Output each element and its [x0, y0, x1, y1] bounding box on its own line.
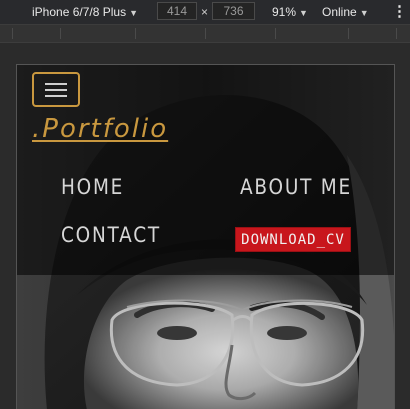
height-input[interactable] — [212, 2, 255, 20]
ruler-tick — [12, 28, 13, 39]
zoom-select-label: 91% — [272, 5, 297, 19]
chevron-down-icon: ▼ — [129, 8, 138, 18]
chevron-down-icon: ▼ — [359, 8, 369, 18]
more-options-icon[interactable]: ⋮ — [392, 0, 407, 24]
device-toolbar: iPhone 6/7/8 Plus▼ × 91%▼ Online▼ ⋮ — [0, 0, 410, 25]
media-query-ruler — [0, 25, 410, 43]
hamburger-line — [45, 95, 67, 97]
nav-link-contact[interactable]: CONTACT — [61, 223, 161, 247]
ruler-tick — [275, 28, 276, 39]
width-input[interactable] — [157, 2, 197, 20]
ruler-tick — [348, 28, 349, 39]
device-select-label: iPhone 6/7/8 Plus — [32, 5, 127, 19]
hamburger-line — [45, 89, 67, 91]
hamburger-line — [45, 83, 67, 85]
ruler-tick — [396, 28, 397, 39]
dimension-separator: × — [201, 5, 209, 19]
site-logo[interactable]: .Portfolio — [32, 111, 168, 147]
nav-link-about[interactable]: ABOUT ME — [240, 175, 352, 199]
ruler-tick — [135, 28, 136, 39]
device-viewport: .Portfolio HOME ABOUT ME CONTACT DOWNLOA… — [16, 64, 395, 409]
zoom-select[interactable]: 91% ▼ — [272, 0, 308, 24]
menu-toggle-button[interactable] — [32, 72, 80, 107]
download-cv-button[interactable]: DOWNLOAD_CV — [235, 227, 351, 252]
network-throttle-select[interactable]: Online ▼ — [322, 0, 369, 24]
ruler-tick — [60, 28, 61, 39]
nav-link-home[interactable]: HOME — [61, 175, 124, 199]
chevron-down-icon: ▼ — [299, 8, 308, 18]
device-select[interactable]: iPhone 6/7/8 Plus ▼ — [32, 0, 138, 24]
ruler-tick — [205, 28, 206, 39]
network-throttle-label: Online — [322, 5, 357, 19]
